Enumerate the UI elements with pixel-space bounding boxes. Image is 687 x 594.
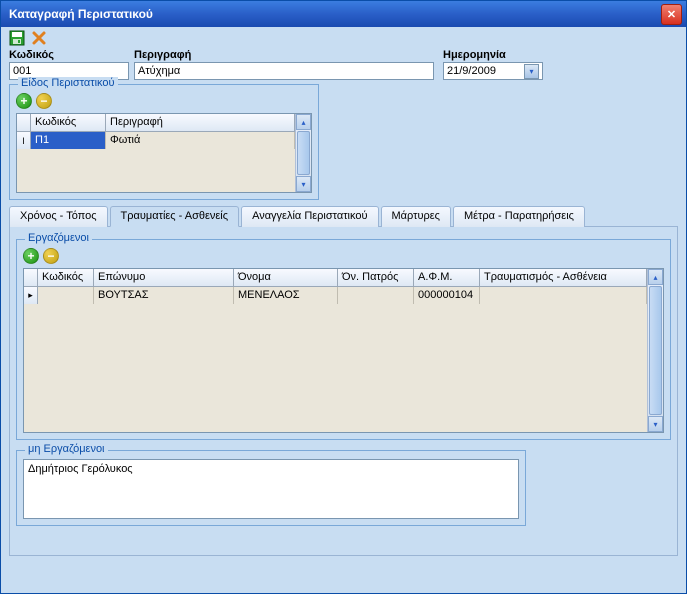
col-code[interactable]: Κωδικός xyxy=(31,114,106,131)
tabstrip: Χρόνος - Τόπος Τραυματίες - Ασθενείς Ανα… xyxy=(9,206,678,227)
table-row[interactable]: ▸ ΒΟΥΤΣΑΣ ΜΕΝΕΛΑΟΣ 000000104 xyxy=(24,287,647,304)
row-indicator: ▸ xyxy=(24,287,38,304)
tab-witnesses[interactable]: Μάρτυρες xyxy=(381,206,451,227)
cell-desc[interactable]: Φωτιά xyxy=(106,132,295,149)
tab-injuries[interactable]: Τραυματίες - Ασθενείς xyxy=(110,206,240,227)
desc-input[interactable] xyxy=(134,62,434,80)
scroll-thumb[interactable] xyxy=(297,131,310,175)
employees-grid: Κωδικός Επώνυμο Όνομα Όν. Πατρός Α.Φ.Μ. … xyxy=(23,268,664,433)
date-field: Ημερομηνία 21/9/2009 ▾ xyxy=(443,49,543,80)
date-combo[interactable]: 21/9/2009 ▾ xyxy=(443,62,543,80)
cell-emp-surname[interactable]: ΒΟΥΤΣΑΣ xyxy=(94,287,234,304)
col-emp-father[interactable]: Όν. Πατρός xyxy=(338,269,414,286)
floppy-icon xyxy=(9,30,25,46)
incident-grid-header: Κωδικός Περιγραφή xyxy=(17,114,295,132)
main-form-row: Κωδικός Περιγραφή Ημερομηνία 21/9/2009 ▾ xyxy=(9,49,678,80)
code-field: Κωδικός xyxy=(9,49,129,80)
toolbar xyxy=(1,27,686,49)
table-row[interactable]: I Π1 Φωτιά xyxy=(17,132,295,149)
employees-buttons: + − xyxy=(23,248,664,264)
incident-type-title: Είδος Περιστατικού xyxy=(18,77,118,89)
col-emp-code[interactable]: Κωδικός xyxy=(38,269,94,286)
incident-remove-button[interactable]: − xyxy=(36,93,52,109)
non-employees-title: μη Εργαζόμενοι xyxy=(25,443,108,455)
col-emp-name[interactable]: Όνομα xyxy=(234,269,338,286)
date-label: Ημερομηνία xyxy=(443,49,543,61)
row-indicator: I xyxy=(17,132,31,149)
non-employees-group: μη Εργαζόμενοι Δημήτριος Γερόλυκος xyxy=(16,450,526,526)
incident-type-grid: Κωδικός Περιγραφή I Π1 Φωτιά ▴ ▾ xyxy=(16,113,312,193)
tab-measures[interactable]: Μέτρα - Παρατηρήσεις xyxy=(453,206,585,227)
scroll-up-icon[interactable]: ▴ xyxy=(296,114,311,130)
cell-emp-afm[interactable]: 000000104 xyxy=(414,287,480,304)
window: Καταγραφή Περιστατικού ✕ Κωδικός xyxy=(0,0,687,594)
incident-type-buttons: + − xyxy=(16,93,312,109)
titlebar: Καταγραφή Περιστατικού ✕ xyxy=(1,1,686,27)
code-label: Κωδικός xyxy=(9,49,129,61)
scroll-up-icon[interactable]: ▴ xyxy=(648,269,663,285)
employees-scrollbar[interactable]: ▴ ▾ xyxy=(647,269,663,432)
incident-type-group: Είδος Περιστατικού + − Κωδικός Περιγραφή… xyxy=(9,84,319,200)
employees-title: Εργαζόμενοι xyxy=(25,232,92,244)
col-emp-afm[interactable]: Α.Φ.Μ. xyxy=(414,269,480,286)
non-employees-value: Δημήτριος Γερόλυκος xyxy=(28,463,133,475)
cell-emp-name[interactable]: ΜΕΝΕΛΑΟΣ xyxy=(234,287,338,304)
cell-emp-father[interactable] xyxy=(338,287,414,304)
tab-announcement[interactable]: Αναγγελία Περιστατικού xyxy=(241,206,378,227)
employees-remove-button[interactable]: − xyxy=(43,248,59,264)
incident-scrollbar[interactable]: ▴ ▾ xyxy=(295,114,311,192)
incident-add-button[interactable]: + xyxy=(16,93,32,109)
row-indicator-header xyxy=(24,269,38,286)
desc-field: Περιγραφή xyxy=(134,49,434,80)
scroll-thumb[interactable] xyxy=(649,286,662,415)
content: Κωδικός Περιγραφή Ημερομηνία 21/9/2009 ▾… xyxy=(1,49,686,556)
window-title: Καταγραφή Περιστατικού xyxy=(9,7,153,21)
tab-time-place[interactable]: Χρόνος - Τόπος xyxy=(9,206,108,227)
close-icon: ✕ xyxy=(667,8,676,21)
non-employees-textarea[interactable]: Δημήτριος Γερόλυκος xyxy=(23,459,519,519)
cell-emp-code[interactable] xyxy=(38,287,94,304)
delete-button[interactable] xyxy=(31,30,47,46)
chevron-down-icon[interactable]: ▾ xyxy=(524,64,539,79)
employees-add-button[interactable]: + xyxy=(23,248,39,264)
close-button[interactable]: ✕ xyxy=(661,4,682,25)
employees-group: Εργαζόμενοι + − Κωδικός Επώνυμο Όνομα Όν… xyxy=(16,239,671,440)
scroll-down-icon[interactable]: ▾ xyxy=(648,416,663,432)
cell-code[interactable]: Π1 xyxy=(31,132,106,149)
cell-emp-injury[interactable] xyxy=(480,287,647,304)
scroll-down-icon[interactable]: ▾ xyxy=(296,176,311,192)
tab-panel: Εργαζόμενοι + − Κωδικός Επώνυμο Όνομα Όν… xyxy=(9,226,678,556)
date-value: 21/9/2009 xyxy=(447,65,496,77)
col-desc[interactable]: Περιγραφή xyxy=(106,114,295,131)
employees-grid-header: Κωδικός Επώνυμο Όνομα Όν. Πατρός Α.Φ.Μ. … xyxy=(24,269,647,287)
row-indicator-header xyxy=(17,114,31,131)
col-emp-surname[interactable]: Επώνυμο xyxy=(94,269,234,286)
save-button[interactable] xyxy=(9,30,25,46)
x-icon xyxy=(31,30,47,46)
col-emp-injury[interactable]: Τραυματισμός - Ασθένεια xyxy=(480,269,647,286)
desc-label: Περιγραφή xyxy=(134,49,434,61)
